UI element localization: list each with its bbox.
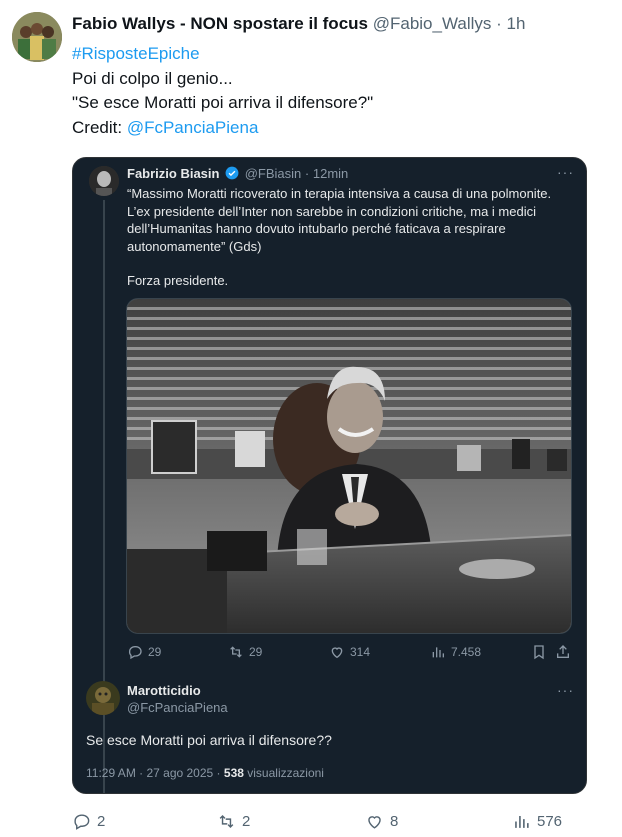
quoted-separator: · <box>304 166 310 181</box>
reply-more-icon[interactable]: ··· <box>557 682 574 698</box>
office-photo[interactable] <box>126 298 572 634</box>
reply-views-count: 538 <box>223 766 244 780</box>
reply-count: 2 <box>97 813 106 830</box>
author-name[interactable]: Fabio Wallys - NON spostare il focus <box>72 14 368 33</box>
reply-text: Se esce Moratti poi arriva il difensore?… <box>86 732 332 748</box>
quoted-reply-count: 29 <box>148 645 162 659</box>
reply-author-avatar[interactable] <box>86 681 120 715</box>
quoted-bookmark-button[interactable] <box>531 644 547 660</box>
tweet-header: Fabio Wallys - NON spostare il focus @Fa… <box>72 14 525 34</box>
meta-separator: · <box>496 14 502 33</box>
views-icon <box>515 815 529 828</box>
credit-line: Credit: @FcPanciaPiena <box>72 116 373 141</box>
tweet-text: #RisposteEpiche Poi di colpo il genio...… <box>72 42 373 140</box>
like-icon <box>368 816 381 829</box>
bookmark-icon <box>534 645 544 660</box>
like-icon <box>331 647 343 659</box>
repost-icon <box>230 646 242 658</box>
quoted-author-avatar[interactable] <box>89 166 119 196</box>
tweet-time[interactable]: 1h <box>507 14 526 33</box>
like-button[interactable]: 8 <box>365 812 398 831</box>
reply-timestamp[interactable]: 11:29 AM · 27 ago 2025 · <box>86 766 221 780</box>
quoted-reply-button[interactable]: 29 <box>127 644 161 660</box>
credit-label: Credit: <box>72 117 123 137</box>
quoted-author-name[interactable]: Fabrizio Biasin <box>127 166 219 181</box>
share-icon <box>557 645 569 658</box>
reply-author-handle[interactable]: @FcPanciaPiena <box>127 700 228 715</box>
tweet-line-1: Poi di colpo il genio... <box>72 68 233 88</box>
views-icon <box>432 647 444 658</box>
reply-author-name[interactable]: Marotticidio <box>127 683 201 698</box>
reply-meta: 11:29 AM · 27 ago 2025 · 538 visualizzaz… <box>86 766 324 780</box>
repost-icon <box>219 814 234 829</box>
quoted-time[interactable]: 12min <box>313 166 348 181</box>
quoted-repost-count: 29 <box>249 645 263 659</box>
reply-icon <box>128 646 142 660</box>
quoted-like-button[interactable]: 314 <box>329 644 370 660</box>
quoted-text-comment: Forza presidente. <box>127 273 229 288</box>
views-count: 576 <box>537 813 563 830</box>
quoted-views-count: 7.458 <box>451 645 482 659</box>
author-avatar[interactable] <box>12 12 62 62</box>
embedded-thread-card[interactable]: Fabrizio Biasin @FBiasin · 12min ··· “Ma… <box>72 157 587 794</box>
quoted-more-icon[interactable]: ··· <box>557 164 574 180</box>
quoted-repost-button[interactable]: 29 <box>228 644 262 660</box>
reply-icon <box>74 814 90 830</box>
repost-count: 2 <box>242 813 251 830</box>
hashtag-link[interactable]: #RisposteEpiche <box>72 42 373 67</box>
quoted-like-count: 314 <box>350 645 371 659</box>
credit-mention-link[interactable]: @FcPanciaPiena <box>127 118 259 137</box>
author-handle[interactable]: @Fabio_Wallys <box>373 14 492 33</box>
views-button[interactable]: 576 <box>512 812 562 831</box>
quoted-author-handle[interactable]: @FBiasin <box>245 166 302 181</box>
quoted-share-button[interactable] <box>555 644 571 660</box>
reply-button[interactable]: 2 <box>72 812 105 831</box>
quoted-action-bar: 29 29 314 7.458 <box>127 644 577 664</box>
quoted-text-quote: “Massimo Moratti ricoverato in terapia i… <box>127 186 552 254</box>
repost-button[interactable]: 2 <box>217 812 250 831</box>
like-count: 8 <box>390 813 399 830</box>
tweet-action-bar: 2 2 8 576 <box>72 812 572 834</box>
quoted-views-button[interactable]: 7.458 <box>430 644 481 660</box>
reply-views-label: visualizzazioni <box>247 766 324 780</box>
tweet-line-2: "Se esce Moratti poi arriva il difensore… <box>72 93 374 112</box>
quoted-header: Fabrizio Biasin @FBiasin · 12min <box>127 166 348 181</box>
quoted-text: “Massimo Moratti ricoverato in terapia i… <box>127 185 567 307</box>
verified-badge-icon <box>225 166 239 180</box>
